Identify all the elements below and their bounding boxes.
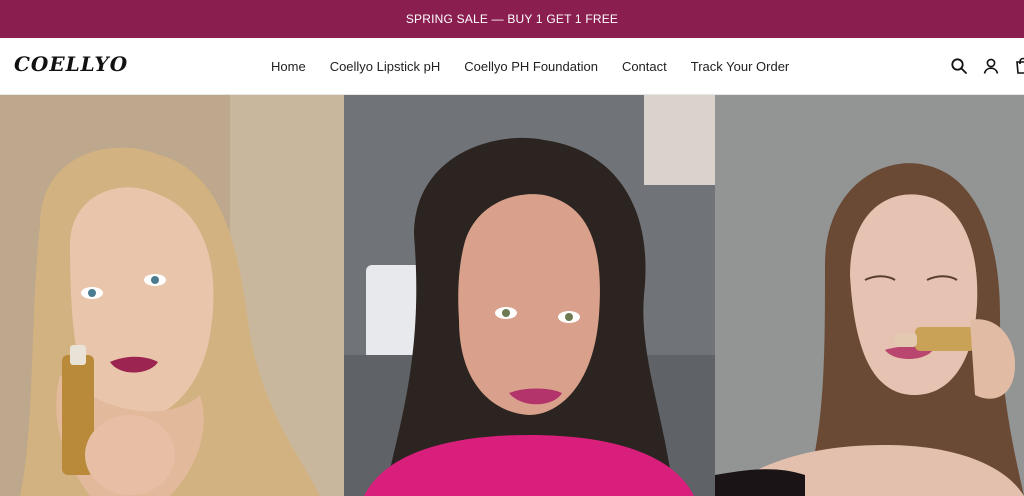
testimonial-video-3[interactable] <box>715 95 1024 496</box>
testimonial-video-2[interactable] <box>344 95 715 496</box>
announcement-bar: SPRING SALE — BUY 1 GET 1 FREE <box>0 0 1024 38</box>
nav-item-track-order[interactable]: Track Your Order <box>691 59 790 74</box>
nav-item-contact[interactable]: Contact <box>622 59 667 74</box>
announcement-text: SPRING SALE — BUY 1 GET 1 FREE <box>405 12 619 26</box>
site-header: COELLYO Home Coellyo Lipstick pH Coellyo… <box>0 38 1024 95</box>
nav-item-home[interactable]: Home <box>271 59 306 74</box>
nav-item-lipstick-ph[interactable]: Coellyo Lipstick pH <box>330 59 441 74</box>
testimonial-gallery <box>0 95 1024 496</box>
testimonial-video-1[interactable] <box>0 95 344 496</box>
brand-logo[interactable]: COELLYO <box>14 52 128 76</box>
nav-item-ph-foundation[interactable]: Coellyo PH Foundation <box>464 59 598 74</box>
main-nav: Home Coellyo Lipstick pH Coellyo PH Foun… <box>271 38 789 94</box>
header-icons <box>950 38 1024 94</box>
account-icon[interactable] <box>982 57 1000 75</box>
cart-icon[interactable] <box>1014 57 1024 75</box>
search-icon[interactable] <box>950 57 968 75</box>
